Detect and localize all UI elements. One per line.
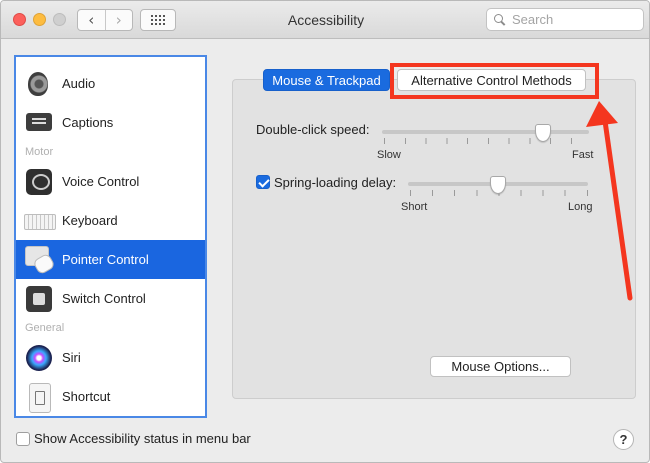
preferences-window: ‹ › Accessibility Search Audio Captions … xyxy=(0,0,650,463)
pointer-control-icon xyxy=(24,245,54,275)
tab-mouse-trackpad[interactable]: Mouse & Trackpad xyxy=(263,69,390,91)
captions-icon xyxy=(24,108,54,138)
spring-loading-delay-label: Spring-loading delay: xyxy=(274,175,397,190)
sidebar-item-label: Shortcut xyxy=(62,389,111,404)
voice-control-icon xyxy=(24,167,54,197)
double-click-speed-label: Double-click speed: xyxy=(256,122,370,137)
slider-min-label: Short xyxy=(401,201,428,213)
search-icon xyxy=(493,13,507,27)
sidebar-item-label: Voice Control xyxy=(62,174,140,189)
search-placeholder: Search xyxy=(512,12,554,27)
sidebar-item-label: Audio xyxy=(62,76,96,91)
sidebar-item-label: Keyboard xyxy=(62,213,118,228)
siri-icon xyxy=(24,343,54,373)
title-bar: ‹ › Accessibility Search xyxy=(1,1,649,39)
shortcut-icon xyxy=(24,382,54,413)
sidebar-header-general: General xyxy=(25,322,65,334)
sidebar-item-captions[interactable]: Captions xyxy=(16,103,205,142)
sidebar-item-label: Switch Control xyxy=(62,291,146,306)
show-status-checkbox[interactable] xyxy=(16,432,30,446)
sidebar-item-siri[interactable]: Siri xyxy=(16,338,205,377)
sidebar-item-audio[interactable]: Audio xyxy=(16,64,205,103)
sidebar-header-motor: Motor xyxy=(25,146,54,158)
slider-min-label: Slow xyxy=(377,149,401,161)
slider-max-label: Fast xyxy=(572,149,594,161)
category-sidebar[interactable]: Audio Captions Motor Voice Control Keybo… xyxy=(14,55,207,418)
keyboard-icon xyxy=(24,206,56,236)
slider-max-label: Long xyxy=(568,201,593,213)
show-status-label: Show Accessibility status in menu bar xyxy=(34,431,251,446)
search-field[interactable]: Search xyxy=(486,8,644,31)
speaker-icon xyxy=(24,69,54,99)
sidebar-item-label: Pointer Control xyxy=(62,252,149,267)
switch-control-icon xyxy=(24,284,54,314)
annotation-highlight-box xyxy=(390,63,599,99)
help-button[interactable]: ? xyxy=(613,429,634,450)
sidebar-item-pointer-control[interactable]: Pointer Control xyxy=(16,240,205,279)
sidebar-item-voice-control[interactable]: Voice Control xyxy=(16,162,205,201)
sidebar-item-keyboard[interactable]: Keyboard xyxy=(16,201,205,240)
sidebar-item-label: Captions xyxy=(62,115,114,130)
mouse-options-button[interactable]: Mouse Options... xyxy=(430,356,571,377)
sidebar-item-shortcut[interactable]: Shortcut xyxy=(16,377,205,416)
sidebar-item-switch-control[interactable]: Switch Control xyxy=(16,279,205,318)
sidebar-item-label: Siri xyxy=(62,350,81,365)
slider-ticks xyxy=(384,138,589,144)
spring-loading-checkbox[interactable] xyxy=(256,175,270,189)
double-click-speed-slider[interactable] xyxy=(382,130,589,134)
